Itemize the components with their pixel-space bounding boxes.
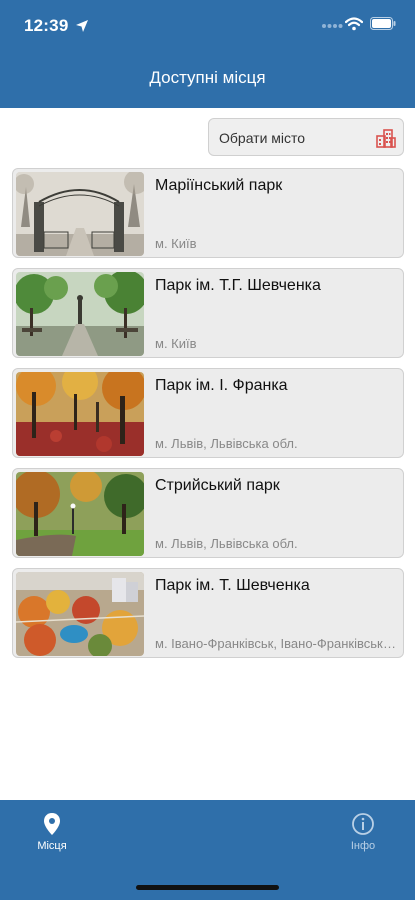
status-time: 12:39 <box>24 16 69 35</box>
place-name: Стрийський парк <box>155 477 280 494</box>
city-buildings-icon <box>376 129 396 148</box>
cellular-signal-icon <box>322 24 343 28</box>
choose-city-label: Обрати місто <box>219 130 306 146</box>
green-alley-monument-photo <box>16 272 144 356</box>
home-indicator <box>136 885 279 890</box>
autumn-red-leaves-photo <box>16 372 144 456</box>
autumn-path-lawn-photo <box>16 472 144 556</box>
location-arrow-icon <box>76 20 88 32</box>
tab-places-label: Місця <box>37 840 67 852</box>
tab-info[interactable]: Інфо <box>323 812 403 858</box>
place-location: м. Київ <box>155 336 197 351</box>
tab-bar: Місця Інфо <box>0 800 415 900</box>
status-bar: 12:39 <box>0 0 415 52</box>
info-circle-icon <box>352 813 374 835</box>
place-name: Парк ім. Т. Шевченка <box>155 577 310 594</box>
app-header: 12:39 Доступні місця <box>0 0 415 108</box>
aerial-city-autumn-photo <box>16 572 144 656</box>
wifi-icon <box>345 17 363 31</box>
page-title: Доступні місця <box>149 68 266 87</box>
tab-info-label: Інфо <box>350 840 376 852</box>
place-card[interactable]: Стрийський парк м. Львів, Львівська обл. <box>12 468 404 558</box>
place-card[interactable]: Парк ім. Т. Шевченка м. Івано-Франківськ… <box>12 568 404 658</box>
foggy-park-arch-photo <box>16 172 144 256</box>
place-card[interactable]: Маріїнський парк м. Київ <box>12 168 404 258</box>
choose-city-button[interactable]: Обрати місто <box>208 118 404 156</box>
place-location: м. Івано-Франківськ, Івано-Франківська о… <box>155 636 397 651</box>
map-pin-icon <box>44 813 60 835</box>
place-name: Парк ім. І. Франка <box>155 377 288 394</box>
battery-icon <box>370 17 396 30</box>
place-location: м. Львів, Львівська обл. <box>155 436 298 451</box>
place-location: м. Львів, Львівська обл. <box>155 536 298 551</box>
place-card[interactable]: Парк ім. І. Франка м. Львів, Львівська о… <box>12 368 404 458</box>
place-name: Маріїнський парк <box>155 177 283 194</box>
places-list: Маріїнський парк м. Київ Парк ім. Т.Г. Ш… <box>12 168 404 668</box>
place-name: Парк ім. Т.Г. Шевченка <box>155 277 321 294</box>
place-card[interactable]: Парк ім. Т.Г. Шевченка м. Київ <box>12 268 404 358</box>
place-location: м. Київ <box>155 236 197 251</box>
tab-places[interactable]: Місця <box>12 812 92 858</box>
